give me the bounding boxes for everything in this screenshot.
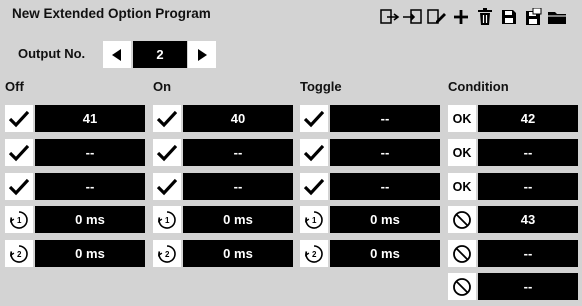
edit-icon[interactable] — [426, 7, 448, 27]
off-check-3[interactable] — [5, 173, 33, 200]
toggle-check-2[interactable] — [300, 139, 328, 166]
timer-2-icon: 2 — [304, 244, 323, 263]
off-timer-1[interactable]: 1 — [5, 206, 33, 233]
triangle-left-icon — [112, 48, 121, 61]
svg-text:1: 1 — [165, 216, 170, 225]
off-timer-2[interactable]: 2 — [5, 240, 33, 267]
on-delay-2[interactable]: 0 ms — [183, 240, 293, 267]
timer-2-icon: 2 — [9, 244, 28, 263]
on-timer-2[interactable]: 2 — [153, 240, 181, 267]
off-value-3[interactable]: -- — [35, 173, 145, 200]
off-value-1[interactable]: 41 — [35, 105, 145, 132]
svg-text:1: 1 — [312, 216, 317, 225]
toggle-check-1[interactable] — [300, 105, 328, 132]
toolbar — [0, 7, 582, 27]
ok-label: OK — [452, 179, 472, 194]
off-check-2[interactable] — [5, 139, 33, 166]
on-delay-1[interactable]: 0 ms — [183, 206, 293, 233]
condition-prohibited-button-2[interactable] — [448, 240, 476, 267]
condition-value-2[interactable]: -- — [478, 139, 578, 166]
checkmark-icon — [9, 178, 29, 195]
off-delay-1[interactable]: 0 ms — [35, 206, 145, 233]
checkmark-icon — [157, 144, 177, 161]
toggle-delay-2[interactable]: 0 ms — [330, 240, 440, 267]
checkmark-icon — [9, 144, 29, 161]
on-check-1[interactable] — [153, 105, 181, 132]
output-prev-button[interactable] — [103, 41, 131, 68]
output-number-value: 2 — [133, 41, 187, 68]
checkmark-icon — [157, 178, 177, 195]
add-icon[interactable] — [450, 7, 472, 27]
condition-value-5[interactable]: -- — [478, 240, 578, 267]
off-check-1[interactable] — [5, 105, 33, 132]
off-delay-2[interactable]: 0 ms — [35, 240, 145, 267]
column-header-on: On — [153, 79, 172, 94]
off-value-2[interactable]: -- — [35, 139, 145, 166]
toggle-timer-2[interactable]: 2 — [300, 240, 328, 267]
prohibited-icon — [453, 244, 471, 263]
triangle-right-icon — [198, 48, 207, 61]
condition-prohibited-button-3[interactable] — [448, 273, 476, 300]
on-check-3[interactable] — [153, 173, 181, 200]
checkmark-icon — [304, 110, 324, 127]
condition-ok-button-1[interactable]: OK — [448, 105, 476, 132]
toggle-value-3[interactable]: -- — [330, 173, 440, 200]
on-value-3[interactable]: -- — [183, 173, 293, 200]
checkmark-icon — [304, 178, 324, 195]
condition-ok-button-2[interactable]: OK — [448, 139, 476, 166]
delete-icon[interactable] — [474, 7, 496, 27]
svg-text:2: 2 — [17, 250, 22, 259]
toggle-value-2[interactable]: -- — [330, 139, 440, 166]
svg-text:2: 2 — [165, 250, 170, 259]
timer-1-icon: 1 — [9, 210, 28, 229]
on-value-2[interactable]: -- — [183, 139, 293, 166]
toggle-check-3[interactable] — [300, 173, 328, 200]
condition-ok-button-3[interactable]: OK — [448, 173, 476, 200]
checkmark-icon — [304, 144, 324, 161]
toggle-value-1[interactable]: -- — [330, 105, 440, 132]
timer-1-icon: 1 — [157, 210, 176, 229]
save-icon[interactable] — [498, 7, 520, 27]
condition-value-6[interactable]: -- — [478, 273, 578, 300]
folder-icon[interactable] — [546, 7, 568, 27]
svg-text:2: 2 — [312, 250, 317, 259]
timer-2-icon: 2 — [157, 244, 176, 263]
save-as-icon[interactable] — [522, 7, 544, 27]
condition-value-4[interactable]: 43 — [478, 206, 578, 233]
ok-label: OK — [452, 111, 472, 126]
checkmark-icon — [9, 110, 29, 127]
column-header-off: Off — [5, 79, 24, 94]
import-icon[interactable] — [378, 7, 400, 27]
output-number-label: Output No. — [18, 46, 86, 61]
toggle-delay-1[interactable]: 0 ms — [330, 206, 440, 233]
column-header-condition: Condition — [448, 79, 509, 94]
svg-text:1: 1 — [17, 216, 22, 225]
on-timer-1[interactable]: 1 — [153, 206, 181, 233]
timer-1-icon: 1 — [304, 210, 323, 229]
on-check-2[interactable] — [153, 139, 181, 166]
condition-value-3[interactable]: -- — [478, 173, 578, 200]
condition-prohibited-button-1[interactable] — [448, 206, 476, 233]
toggle-timer-1[interactable]: 1 — [300, 206, 328, 233]
prohibited-icon — [453, 210, 471, 229]
ok-label: OK — [452, 145, 472, 160]
column-header-toggle: Toggle — [300, 79, 342, 94]
prohibited-icon — [453, 277, 471, 296]
condition-value-1[interactable]: 42 — [478, 105, 578, 132]
export-icon[interactable] — [402, 7, 424, 27]
output-next-button[interactable] — [188, 41, 216, 68]
checkmark-icon — [157, 110, 177, 127]
on-value-1[interactable]: 40 — [183, 105, 293, 132]
